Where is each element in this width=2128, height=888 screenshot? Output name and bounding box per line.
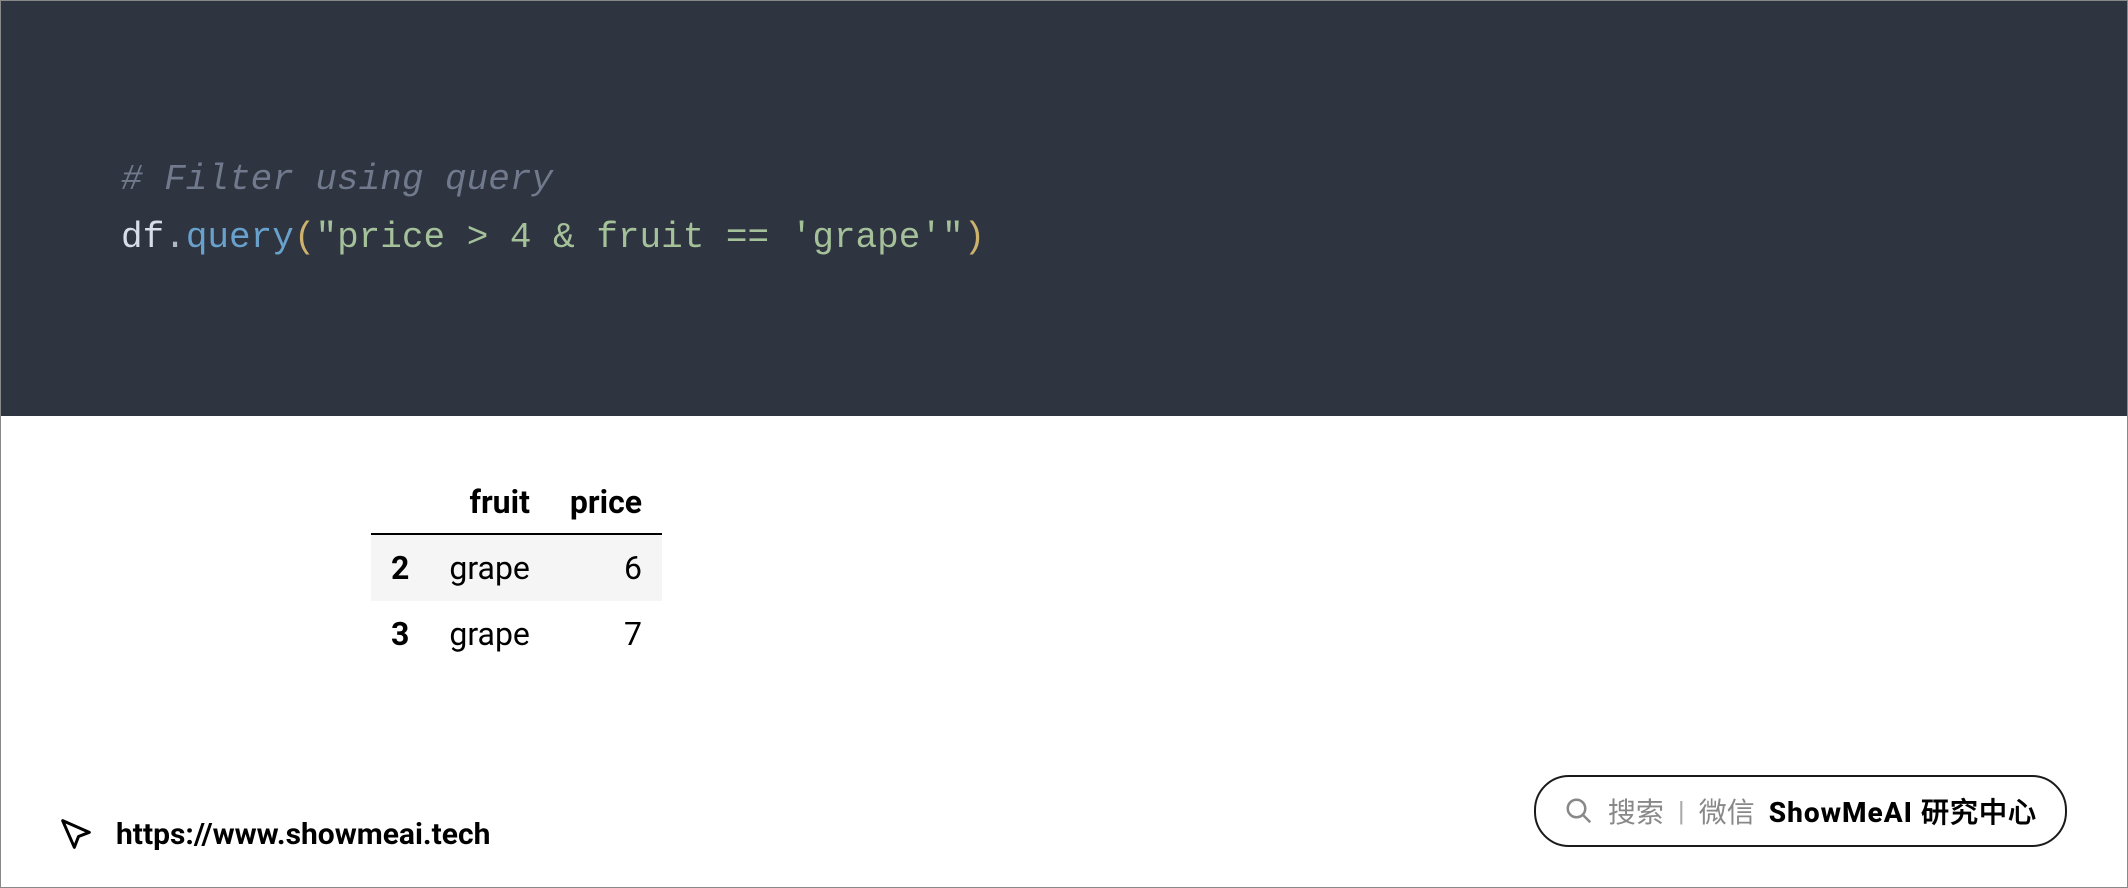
table-index-header — [371, 471, 429, 534]
table-cell-fruit: grape — [429, 534, 550, 601]
footer-url: https://www.showmeai.tech — [56, 814, 490, 854]
code-string: "price > 4 & fruit == 'grape'" — [315, 217, 963, 258]
code-variable: df — [121, 217, 164, 258]
table-cell-price: 6 — [550, 534, 662, 601]
code-comment-line: # Filter using query — [121, 151, 2007, 209]
code-paren-open: ( — [294, 217, 316, 258]
code-statement-line: df.query("price > 4 & fruit == 'grape'") — [121, 209, 2007, 267]
url-text: https://www.showmeai.tech — [116, 817, 490, 852]
code-method: query — [186, 217, 294, 258]
table-cell-price: 7 — [550, 601, 662, 667]
table-header-row: fruit price — [371, 471, 662, 534]
dataframe-table: fruit price 2 grape 6 3 grape 7 — [371, 471, 662, 667]
search-icon — [1564, 796, 1594, 826]
search-label: 搜索 — [1608, 791, 1664, 831]
table-row-index: 3 — [371, 601, 429, 667]
cursor-icon — [56, 814, 96, 854]
table-column-header: price — [550, 471, 662, 534]
table-row: 2 grape 6 — [371, 534, 662, 601]
code-dot: . — [164, 217, 186, 258]
code-paren-close: ) — [964, 217, 986, 258]
search-wechat-label: 微信 — [1699, 791, 1755, 831]
search-divider: | — [1678, 795, 1685, 828]
output-area: fruit price 2 grape 6 3 grape 7 — [1, 416, 2127, 722]
code-block: # Filter using query df.query("price > 4… — [1, 1, 2127, 416]
table-column-header: fruit — [429, 471, 550, 534]
table-cell-fruit: grape — [429, 601, 550, 667]
code-comment: # Filter using query — [121, 159, 553, 200]
search-brand: ShowMeAI 研究中心 — [1769, 791, 2037, 831]
table-row: 3 grape 7 — [371, 601, 662, 667]
search-pill[interactable]: 搜索 | 微信 ShowMeAI 研究中心 — [1534, 775, 2067, 847]
table-row-index: 2 — [371, 534, 429, 601]
